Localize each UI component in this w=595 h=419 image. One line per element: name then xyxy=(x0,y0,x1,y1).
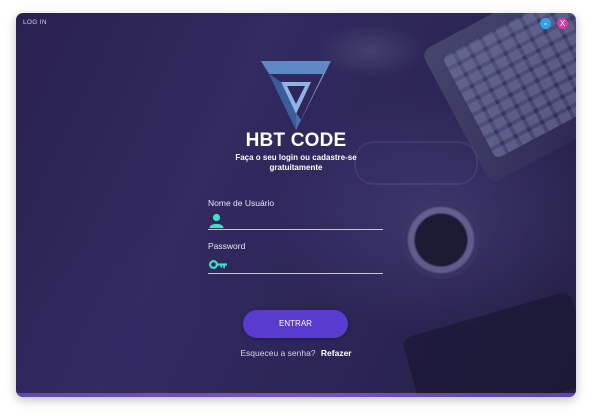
login-button[interactable]: ENTRAR xyxy=(243,310,348,338)
reset-password-link[interactable]: Refazer xyxy=(321,348,352,358)
app-title: HBT CODE xyxy=(245,130,347,151)
background-phone xyxy=(401,290,576,397)
background-coffee-mug xyxy=(402,201,480,279)
penrose-triangle-logo xyxy=(261,61,331,130)
forgot-password-text: Esqueceu a senha? xyxy=(240,348,316,358)
key-icon xyxy=(209,260,227,269)
background-laptop xyxy=(420,13,576,185)
login-window: LOG IN - X HBT CODE Faça o seu login ou … xyxy=(16,13,576,397)
close-button[interactable]: X xyxy=(557,18,568,29)
forgot-password-row: Esqueceu a senha? Refazer xyxy=(16,348,576,358)
user-icon xyxy=(209,213,224,228)
password-label: Password xyxy=(208,241,246,251)
username-label: Nome de Usuário xyxy=(208,198,275,208)
username-field[interactable] xyxy=(208,212,383,230)
minimize-button[interactable]: - xyxy=(540,18,551,29)
window-title: LOG IN xyxy=(23,19,47,26)
password-field[interactable] xyxy=(208,256,383,274)
password-input[interactable] xyxy=(228,256,380,272)
tagline: Faça o seu login ou cadastre-se gratuita… xyxy=(235,153,357,172)
username-input[interactable] xyxy=(228,212,380,228)
